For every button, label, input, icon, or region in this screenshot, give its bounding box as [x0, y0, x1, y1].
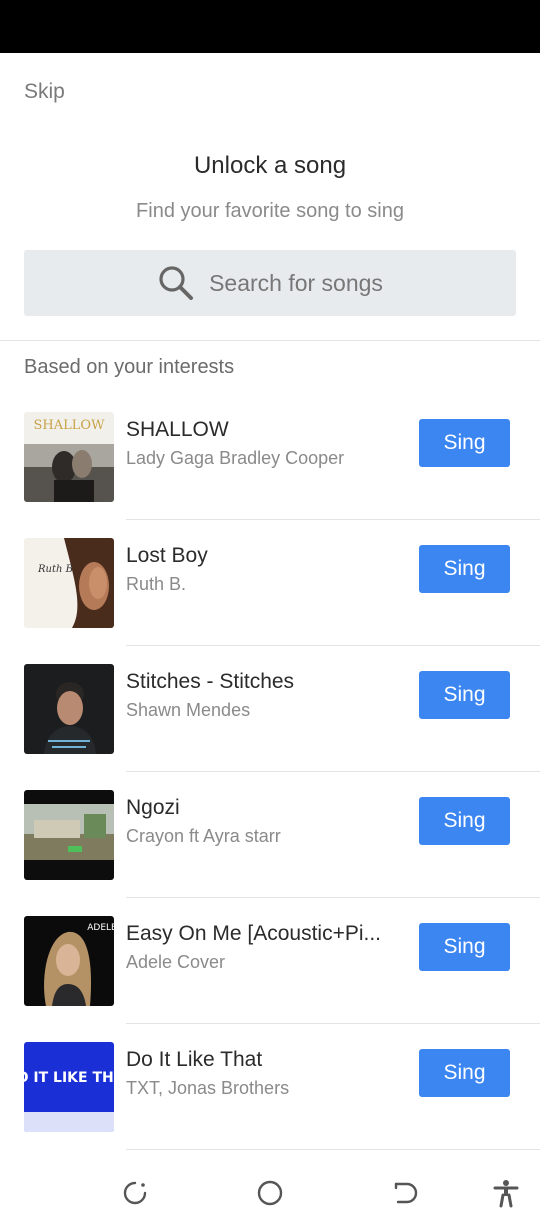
- sing-button[interactable]: Sing: [419, 1049, 510, 1097]
- cover-text: SHALLOW: [34, 418, 106, 433]
- sing-button[interactable]: Sing: [419, 923, 510, 971]
- song-title: Do It Like That: [126, 1048, 263, 1071]
- divider: [0, 340, 540, 341]
- song-list: SHALLOW SHALLOW Lady Gaga Bradley Cooper…: [0, 394, 540, 1150]
- sing-button[interactable]: Sing: [419, 419, 510, 467]
- album-cover-ngozi: [24, 790, 114, 880]
- home-circle-icon[interactable]: [255, 1178, 285, 1213]
- song-artist: TXT, Jonas Brothers: [126, 1078, 290, 1098]
- section-title: Based on your interests: [24, 356, 235, 378]
- search-icon: [159, 266, 194, 300]
- search-input[interactable]: Search for songs: [24, 250, 516, 316]
- song-artist: Shawn Mendes: [126, 700, 251, 720]
- song-artist: Adele Cover: [126, 952, 226, 972]
- search-placeholder: Search for songs: [209, 269, 383, 296]
- song-artist: Ruth B.: [126, 574, 187, 594]
- page-title: Unlock a song: [193, 152, 347, 179]
- cover-text: Ruth B: [37, 564, 73, 575]
- song-row[interactable]: Stitches - Stitches Shawn Mendes Sing: [0, 646, 540, 772]
- status-bar: [0, 0, 540, 53]
- song-title: Lost Boy: [126, 544, 208, 567]
- cover-text: DO IT LIKE THAT: [24, 1070, 114, 1086]
- song-title: Stitches - Stitches: [126, 670, 295, 693]
- song-title: Ngozi: [126, 796, 180, 819]
- song-row[interactable]: SHALLOW SHALLOW Lady Gaga Bradley Cooper…: [0, 394, 540, 520]
- album-cover-shallow: SHALLOW: [24, 412, 114, 502]
- skip-button[interactable]: Skip: [24, 80, 65, 104]
- sing-button[interactable]: Sing: [419, 671, 510, 719]
- cover-text: ADELE: [87, 923, 114, 933]
- song-artist: Crayon ft Ayra starr: [126, 826, 281, 846]
- sing-button[interactable]: Sing: [419, 797, 510, 845]
- album-cover-easy-on-me: ADELE: [24, 916, 114, 1006]
- page-subtitle: Find your favorite song to sing: [136, 200, 404, 222]
- song-artist: Lady Gaga Bradley Cooper: [126, 448, 345, 468]
- song-row[interactable]: DO IT LIKE THAT Do It Like That TXT, Jon…: [0, 1024, 540, 1150]
- back-icon[interactable]: [390, 1178, 420, 1213]
- song-title: SHALLOW: [126, 418, 229, 441]
- accessibility-icon[interactable]: [492, 1178, 520, 1213]
- song-row[interactable]: Ruth B Lost Boy Ruth B. Sing: [0, 520, 540, 646]
- song-row[interactable]: Ngozi Crayon ft Ayra starr Sing: [0, 772, 540, 898]
- album-cover-do-it-like-that: DO IT LIKE THAT: [24, 1042, 114, 1132]
- sing-button[interactable]: Sing: [419, 545, 510, 593]
- rotate-icon[interactable]: [120, 1178, 150, 1213]
- album-cover-lost-boy: Ruth B: [24, 538, 114, 628]
- song-row[interactable]: ADELE Easy On Me [Acoustic+Pi... Adele C…: [0, 898, 540, 1024]
- song-title: Easy On Me [Acoustic+Pi...: [126, 922, 382, 945]
- album-cover-stitches: [24, 664, 114, 754]
- system-navbar: [0, 1150, 540, 1230]
